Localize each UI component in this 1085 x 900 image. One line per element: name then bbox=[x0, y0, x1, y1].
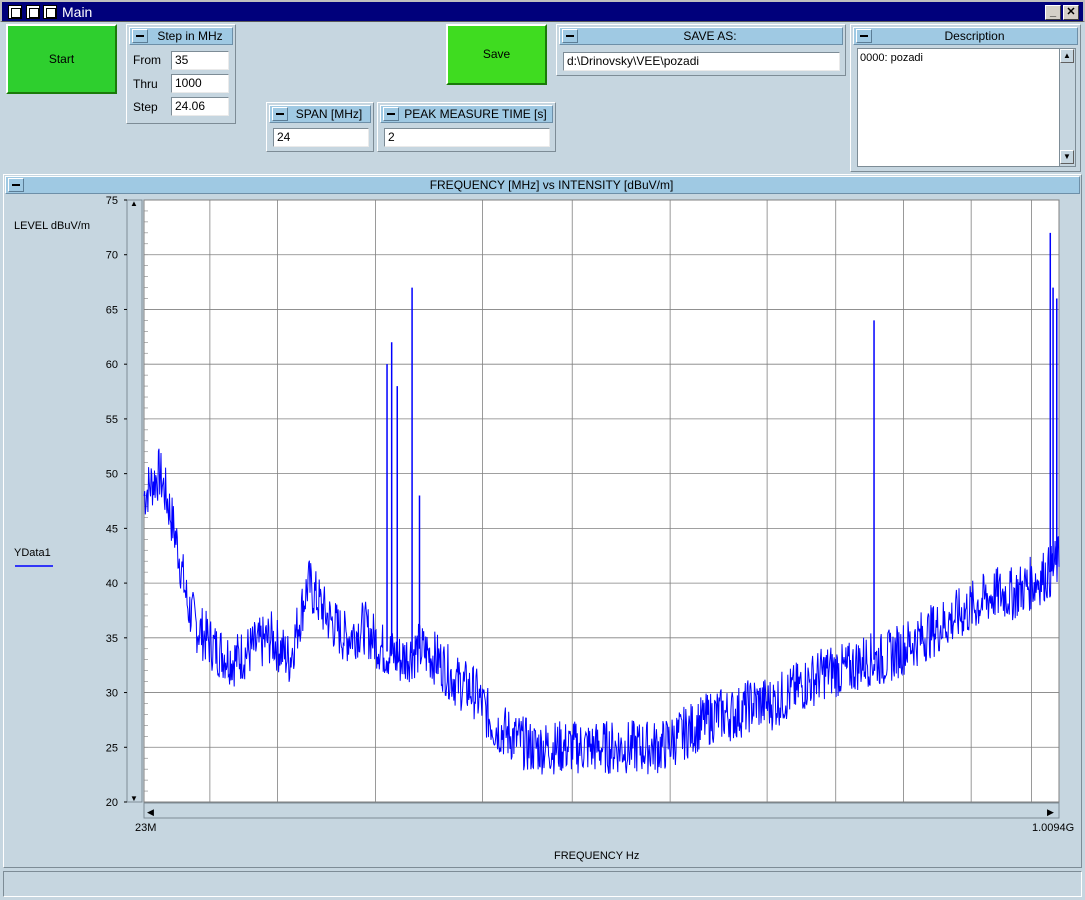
legend-entry-label: YData1 bbox=[14, 547, 51, 559]
y-tick-label: 50 bbox=[106, 469, 118, 481]
y-scroll-up-icon[interactable]: ▲ bbox=[130, 199, 138, 208]
y-tick-labels: 20 25 30 35 40 45 50 55 60 65 70 75 bbox=[106, 195, 127, 809]
y-tick-label: 40 bbox=[106, 578, 118, 590]
y-tick-label: 25 bbox=[106, 742, 118, 754]
y-tick-label: 75 bbox=[106, 195, 118, 207]
x-scroll-right-icon[interactable]: ▶ bbox=[1047, 807, 1054, 817]
y-tick-label: 45 bbox=[106, 523, 118, 535]
y-tick-label: 35 bbox=[106, 633, 118, 645]
y-tick-label: 70 bbox=[106, 250, 118, 262]
status-bar bbox=[3, 871, 1082, 897]
x-axis-title: FREQUENCY Hz bbox=[554, 850, 639, 862]
chart-svg: LEVEL dBuV/m YData1 FREQUENCY Hz 23M 1.0… bbox=[14, 195, 1074, 862]
y-tick-label: 60 bbox=[106, 359, 118, 371]
plot-area bbox=[143, 199, 1060, 803]
y-axis-title: LEVEL dBuV/m bbox=[14, 220, 90, 232]
x-start-label: 23M bbox=[135, 822, 156, 834]
y-tick-label: 30 bbox=[106, 688, 118, 700]
y-tick-label: 20 bbox=[106, 797, 118, 809]
y-scrollbar[interactable] bbox=[126, 199, 143, 803]
y-tick-label: 65 bbox=[106, 304, 118, 316]
y-tick-label: 55 bbox=[106, 414, 118, 426]
x-end-label: 1.0094G bbox=[1032, 822, 1074, 834]
x-scroll-left-icon[interactable]: ◀ bbox=[147, 807, 154, 817]
y-scroll-down-icon[interactable]: ▼ bbox=[130, 794, 138, 803]
x-scrollbar[interactable] bbox=[143, 802, 1060, 819]
